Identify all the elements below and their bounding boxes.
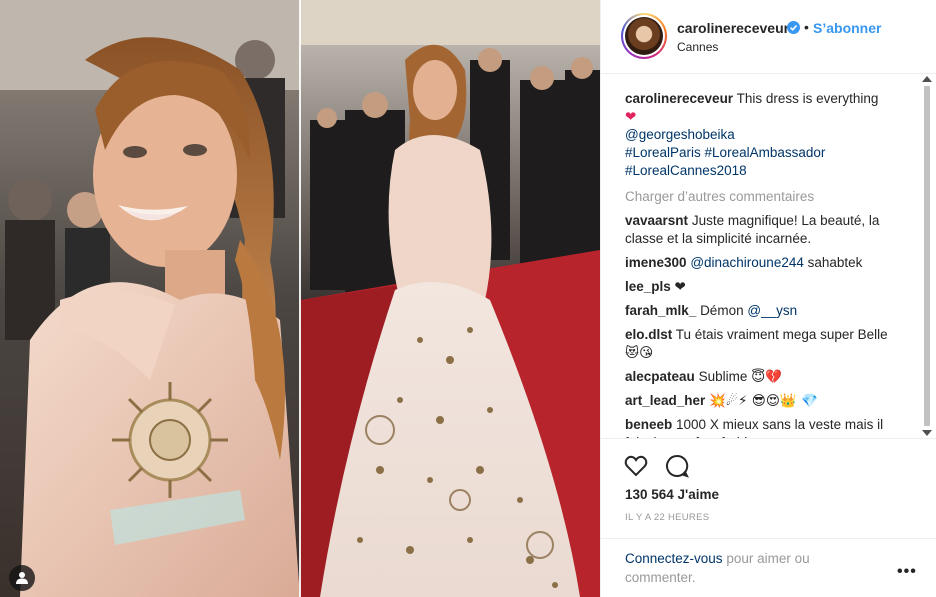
post-username[interactable]: carolinereceveur (677, 20, 789, 36)
heart-outline-icon[interactable] (623, 453, 649, 479)
post-timestamp[interactable]: IL Y A 22 HEURES (625, 512, 709, 523)
comment-text: sahabtek (807, 255, 863, 270)
more-options-button[interactable]: ••• (897, 563, 917, 581)
comment-username[interactable]: beneeb (625, 417, 672, 432)
post-actions: 130 564 J'aime IL Y A 22 HEURES (601, 438, 936, 539)
comment-item: lee_pls ❤ (625, 278, 921, 296)
comment-username[interactable]: imene300 (625, 255, 687, 270)
scroll-thumb[interactable] (924, 86, 930, 426)
comment-bubble-icon[interactable] (664, 453, 690, 479)
likes-count[interactable]: 130 564 J'aime (625, 487, 719, 502)
comment-item: vavaarsnt Juste magnifique! La beauté, l… (625, 212, 921, 248)
load-more-comments-button[interactable]: Charger d’autres commentaires (625, 188, 921, 206)
comment-emojis: 😻😘 (625, 345, 654, 361)
caption-username[interactable]: carolinereceveur (625, 91, 733, 106)
user-tag-icon[interactable] (9, 565, 35, 591)
comment-username[interactable]: lee_pls (625, 279, 671, 294)
comment-item: imene300 @dinachiroune244 sahabtek (625, 254, 921, 272)
caption-hashtags-1[interactable]: #LorealParis #LorealAmbassador (625, 144, 921, 162)
comment-mention[interactable]: @dinachiroune244 (690, 255, 804, 270)
comment-mention[interactable]: @__ysn (747, 303, 797, 318)
comment-username[interactable]: alecpateau (625, 369, 695, 384)
comment-item: farah_mlk_ Démon @__ysn (625, 302, 921, 320)
heart-emoji: ❤ (625, 109, 637, 125)
follow-button[interactable]: S’abonner (813, 20, 881, 36)
separator-dot: • (804, 19, 809, 35)
comment-emojis: 😇💔 (751, 369, 782, 385)
verified-badge-icon (787, 21, 800, 34)
add-comment-section: Connectez-vous pour aimer ou commenter. … (601, 538, 936, 597)
post-location[interactable]: Cannes (677, 40, 718, 54)
post-side-panel: carolinereceveur • S’abonner Cannes caro… (600, 0, 936, 597)
comment-emojis: 💥☄⚡ 😎😍👑 💎 (709, 393, 818, 409)
comments-scrollbar[interactable] (920, 74, 934, 438)
caption-text: This dress is everything (736, 91, 879, 106)
comment-item: elo.dlst Tu étais vraiment mega super Be… (625, 326, 921, 362)
comment-username[interactable]: farah_mlk_ (625, 303, 696, 318)
scroll-up-arrow-icon[interactable] (922, 76, 932, 82)
avatar-image (625, 17, 663, 55)
comment-text: Démon (700, 303, 744, 318)
comment-text: ❤ (674, 279, 686, 295)
comments-list[interactable]: carolinereceveur This dress is everythin… (601, 74, 921, 438)
login-link[interactable]: Connectez-vous (625, 551, 723, 566)
login-prompt: Connectez-vous pour aimer ou commenter. (625, 549, 845, 587)
caption-mention[interactable]: @georgeshobeika (625, 126, 921, 144)
comment-text: Tu étais vraiment mega super Belle (675, 327, 888, 342)
post-photo[interactable] (0, 0, 600, 597)
photo-illustration (0, 0, 600, 597)
comment-item: alecpateau Sublime 😇💔 (625, 368, 921, 386)
post-header: carolinereceveur • S’abonner Cannes (601, 0, 936, 74)
caption-hashtags-2[interactable]: #LorealCannes2018 (625, 162, 921, 180)
comment-item: beneeb 1000 X mieux sans la veste mais i… (625, 416, 921, 438)
comment-item: art_lead_her 💥☄⚡ 😎😍👑 💎 (625, 392, 921, 410)
comment-username[interactable]: elo.dlst (625, 327, 672, 342)
comment-text: Sublime (698, 369, 748, 384)
avatar[interactable] (621, 13, 667, 59)
caption: carolinereceveur This dress is everythin… (625, 90, 921, 180)
comment-username[interactable]: vavaarsnt (625, 213, 688, 228)
scroll-down-arrow-icon[interactable] (922, 430, 932, 436)
comment-username[interactable]: art_lead_her (625, 393, 705, 408)
